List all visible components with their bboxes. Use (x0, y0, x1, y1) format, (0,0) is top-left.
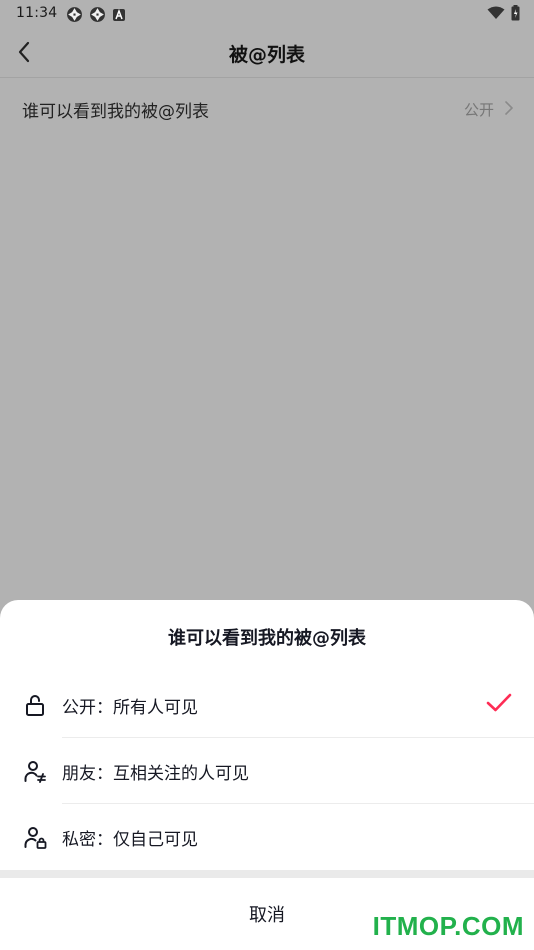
sheet-separator (0, 870, 534, 878)
private-user-icon (22, 824, 48, 850)
chevron-right-icon (505, 101, 513, 115)
option-public[interactable]: 公开：所有人可见 (0, 672, 534, 738)
page-title: 被@列表 (228, 44, 305, 66)
watermark-logo: ITMOP.COM (372, 911, 524, 941)
status-notification-icons (66, 6, 126, 23)
setting-label: 谁可以看到我的被@列表 (22, 102, 209, 122)
battery-icon (511, 5, 520, 21)
aperture-icon (67, 7, 82, 22)
status-system-icons (487, 5, 520, 21)
checkmark-icon (486, 693, 512, 712)
wifi-icon (487, 6, 505, 19)
option-label: 私密：仅自己可见 (62, 830, 198, 850)
option-friends[interactable]: 朋友：互相关注的人可见 (0, 738, 534, 804)
option-label: 朋友：互相关注的人可见 (62, 764, 249, 784)
aperture-icon (90, 7, 105, 22)
option-label: 公开：所有人可见 (62, 698, 198, 718)
status-bar: 11:34 (0, 0, 534, 27)
unlock-icon (22, 692, 48, 718)
nav-bar: 被@列表 (0, 27, 534, 78)
app-a-icon (113, 8, 125, 21)
visibility-bottom-sheet: 谁可以看到我的被@列表 公开：所有人可见 朋友：互相关注的人可见 私密：仅自己可… (0, 600, 534, 950)
friends-icon (22, 758, 48, 784)
visibility-setting-row[interactable]: 谁可以看到我的被@列表 公开 (0, 78, 534, 136)
status-time: 11:34 (16, 5, 58, 21)
sheet-title: 谁可以看到我的被@列表 (168, 628, 366, 649)
option-private[interactable]: 私密：仅自己可见 (0, 804, 534, 870)
setting-value: 公开 (463, 101, 494, 119)
